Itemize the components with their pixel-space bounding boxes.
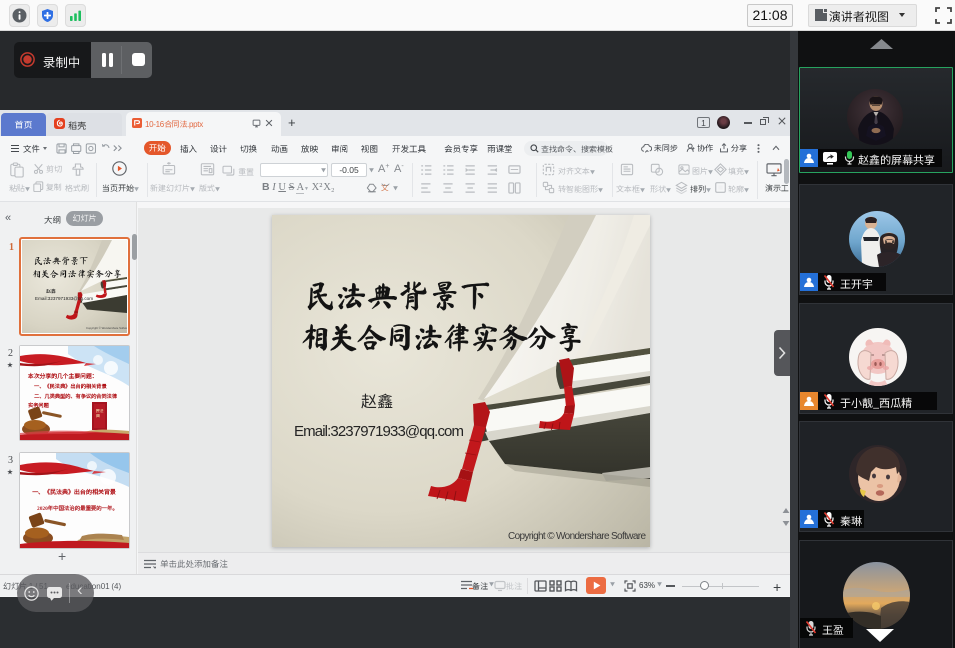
svg-text:典: 典 [95,414,100,419]
svg-text:相关合同法律实务分享: 相关合同法律实务分享 [300,322,585,352]
svg-text:Copyright © Wondershare Softwa: Copyright © Wondershare Software [86,326,127,330]
svg-text:Copyright © Wondershare Softwa: Copyright © Wondershare Software [508,531,646,542]
svg-text:一、《民法典》出台的相关背景: 一、《民法典》出台的相关背景 [32,487,116,496]
svg-text:二、几类典型的、有争议的合同法律: 二、几类典型的、有争议的合同法律 [34,393,118,400]
svg-text:Email:3237971933@qq.com: Email:3237971933@qq.com [35,296,93,301]
svg-text:2020年中国法治的最重要的一年。: 2020年中国法治的最重要的一年。 [37,504,118,512]
svg-text:本次分享的几个主要问题：: 本次分享的几个主要问题： [27,371,98,380]
svg-text:民法典背景下: 民法典背景下 [34,256,88,266]
svg-text:民法典背景下: 民法典背景下 [305,280,491,311]
svg-text:赵鑫: 赵鑫 [46,288,56,295]
svg-text:Email:3237971933@qq.com: Email:3237971933@qq.com [294,423,464,440]
svg-text:赵鑫: 赵鑫 [361,388,393,412]
svg-text:一、《民法典》出台的相关背景: 一、《民法典》出台的相关背景 [34,383,107,390]
svg-text:相关合同法律实务分享: 相关合同法律实务分享 [32,269,122,279]
